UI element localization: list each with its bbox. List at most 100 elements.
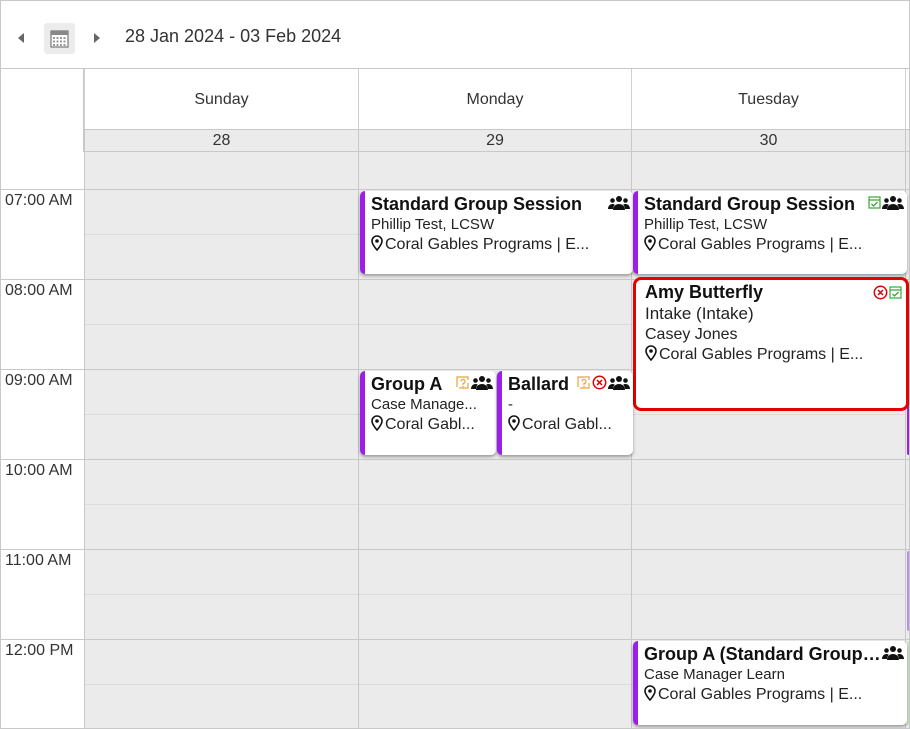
event-location-text: Coral Gabl... bbox=[522, 416, 612, 433]
event-location: Coral Gables Programs | E... bbox=[371, 235, 629, 255]
location-pin-icon bbox=[644, 685, 656, 701]
time-label-8am: 08:00 AM bbox=[5, 282, 73, 299]
group-icon bbox=[608, 196, 630, 210]
slot-line bbox=[632, 189, 905, 190]
event-location-text: Coral Gables Programs | E... bbox=[658, 236, 863, 253]
time-gutter: 07:00 AM 08:00 AM 09:00 AM 10:00 AM 11:0… bbox=[1, 189, 85, 728]
hour-line bbox=[1, 639, 85, 640]
event-card-group-a-standard[interactable]: Group A (Standard Group Session) Case Ma… bbox=[633, 641, 907, 725]
group-icon bbox=[882, 646, 904, 660]
time-label-10am: 10:00 AM bbox=[5, 462, 73, 479]
cancel-icon bbox=[873, 285, 888, 300]
slot-line bbox=[632, 549, 905, 550]
slot-line bbox=[632, 594, 905, 595]
day-header-monday: Monday bbox=[358, 69, 631, 129]
event-location: Coral Gables Programs | E... bbox=[644, 685, 903, 705]
next-week-button[interactable] bbox=[91, 29, 103, 47]
date-range-label[interactable]: 28 Jan 2024 - 03 Feb 2024 bbox=[125, 26, 341, 47]
event-title: Group A (Standard Group Session) bbox=[644, 644, 882, 664]
event-status-icons bbox=[882, 645, 904, 661]
check-calendar-icon bbox=[868, 196, 881, 209]
event-title: Amy Butterfly bbox=[645, 282, 764, 302]
event-status-icons bbox=[456, 375, 493, 391]
header-gutter bbox=[1, 69, 84, 152]
event-provider: Case Manage... bbox=[371, 396, 477, 413]
slot-line bbox=[359, 459, 631, 460]
slot-line bbox=[632, 504, 905, 505]
event-title: Standard Group Session bbox=[371, 194, 583, 214]
slot-line bbox=[906, 639, 909, 640]
slot-line bbox=[359, 324, 631, 325]
event-location: Coral Gabl... bbox=[371, 415, 493, 435]
slot-line bbox=[359, 594, 631, 595]
slot-line bbox=[632, 414, 905, 415]
event-title: Ballard bbox=[508, 374, 570, 394]
slot-line bbox=[85, 414, 358, 415]
slot-line bbox=[359, 549, 631, 550]
cancel-icon bbox=[592, 375, 607, 390]
event-provider: - bbox=[508, 396, 513, 413]
slot-line bbox=[85, 189, 358, 190]
all-day-slot-monday[interactable] bbox=[358, 151, 631, 189]
location-pin-icon bbox=[644, 235, 656, 251]
slot-line bbox=[85, 369, 358, 370]
slot-line bbox=[359, 279, 631, 280]
group-icon bbox=[471, 376, 493, 390]
event-provider: Casey Jones bbox=[645, 326, 738, 343]
day-column-sunday[interactable] bbox=[84, 189, 358, 728]
slot-line bbox=[85, 459, 358, 460]
hour-line bbox=[1, 279, 85, 280]
time-label-7am: 07:00 AM bbox=[5, 192, 73, 209]
event-card-ballard[interactable]: Ballard - Coral Gabl... bbox=[497, 371, 633, 455]
day-header-sunday: Sunday bbox=[84, 69, 358, 129]
scheduler-toolbar: 28 Jan 2024 - 03 Feb 2024 bbox=[1, 1, 909, 69]
event-provider: Phillip Test, LCSW bbox=[644, 216, 768, 233]
event-type: Intake (Intake) bbox=[645, 304, 754, 323]
slot-line bbox=[359, 369, 631, 370]
all-day-slot-tuesday[interactable] bbox=[631, 151, 905, 189]
time-label-12pm: 12:00 PM bbox=[5, 642, 74, 659]
event-location-text: Coral Gables Programs | E... bbox=[659, 346, 864, 363]
event-location: Coral Gables Programs | E... bbox=[644, 235, 903, 255]
reschedule-icon bbox=[456, 376, 469, 389]
calendar-picker-button[interactable] bbox=[44, 23, 75, 54]
date-cell-29[interactable]: 29 bbox=[358, 129, 631, 151]
location-pin-icon bbox=[371, 235, 383, 251]
slot-line bbox=[85, 234, 358, 235]
slot-line bbox=[359, 189, 631, 190]
slot-line bbox=[906, 189, 909, 190]
slot-line bbox=[632, 639, 905, 640]
slot-line bbox=[906, 549, 909, 550]
event-status-icons bbox=[608, 195, 630, 211]
event-card-standard-group-session[interactable]: Standard Group Session Phillip Test, LCS… bbox=[633, 191, 907, 274]
location-pin-icon bbox=[508, 415, 520, 431]
event-status-icons bbox=[873, 285, 902, 300]
slot-line bbox=[359, 639, 631, 640]
event-location-text: Coral Gables Programs | E... bbox=[385, 236, 590, 253]
slot-line bbox=[85, 684, 358, 685]
event-provider: Phillip Test, LCSW bbox=[371, 216, 495, 233]
calendar-icon bbox=[50, 30, 69, 48]
event-card-standard-group-session[interactable]: Standard Group Session Phillip Test, LCS… bbox=[360, 191, 633, 274]
event-status-icons bbox=[577, 375, 630, 391]
event-card-amy-butterfly[interactable]: Amy Butterfly Intake (Intake) Casey Jone… bbox=[633, 277, 909, 411]
hour-line bbox=[1, 369, 85, 370]
group-icon bbox=[608, 376, 630, 390]
date-cell-28[interactable]: 28 bbox=[84, 129, 358, 151]
slot-line bbox=[85, 549, 358, 550]
date-cell-30[interactable]: 30 bbox=[631, 129, 905, 151]
hour-line bbox=[1, 549, 85, 550]
all-day-slot-sunday[interactable] bbox=[84, 151, 358, 189]
check-calendar-icon bbox=[889, 286, 902, 299]
slot-line bbox=[632, 459, 905, 460]
all-day-slot-edge bbox=[905, 151, 909, 189]
previous-week-button[interactable] bbox=[16, 29, 28, 47]
slot-line bbox=[359, 504, 631, 505]
event-provider: Case Manager Learn bbox=[644, 666, 785, 683]
event-title: Standard Group Session bbox=[644, 194, 856, 214]
event-location-text: Coral Gabl... bbox=[385, 416, 475, 433]
slot-line bbox=[906, 459, 909, 460]
slot-line bbox=[85, 594, 358, 595]
event-status-icons bbox=[868, 195, 904, 211]
event-card-group-a[interactable]: Group A Case Manage... Coral Gabl... bbox=[360, 371, 496, 455]
